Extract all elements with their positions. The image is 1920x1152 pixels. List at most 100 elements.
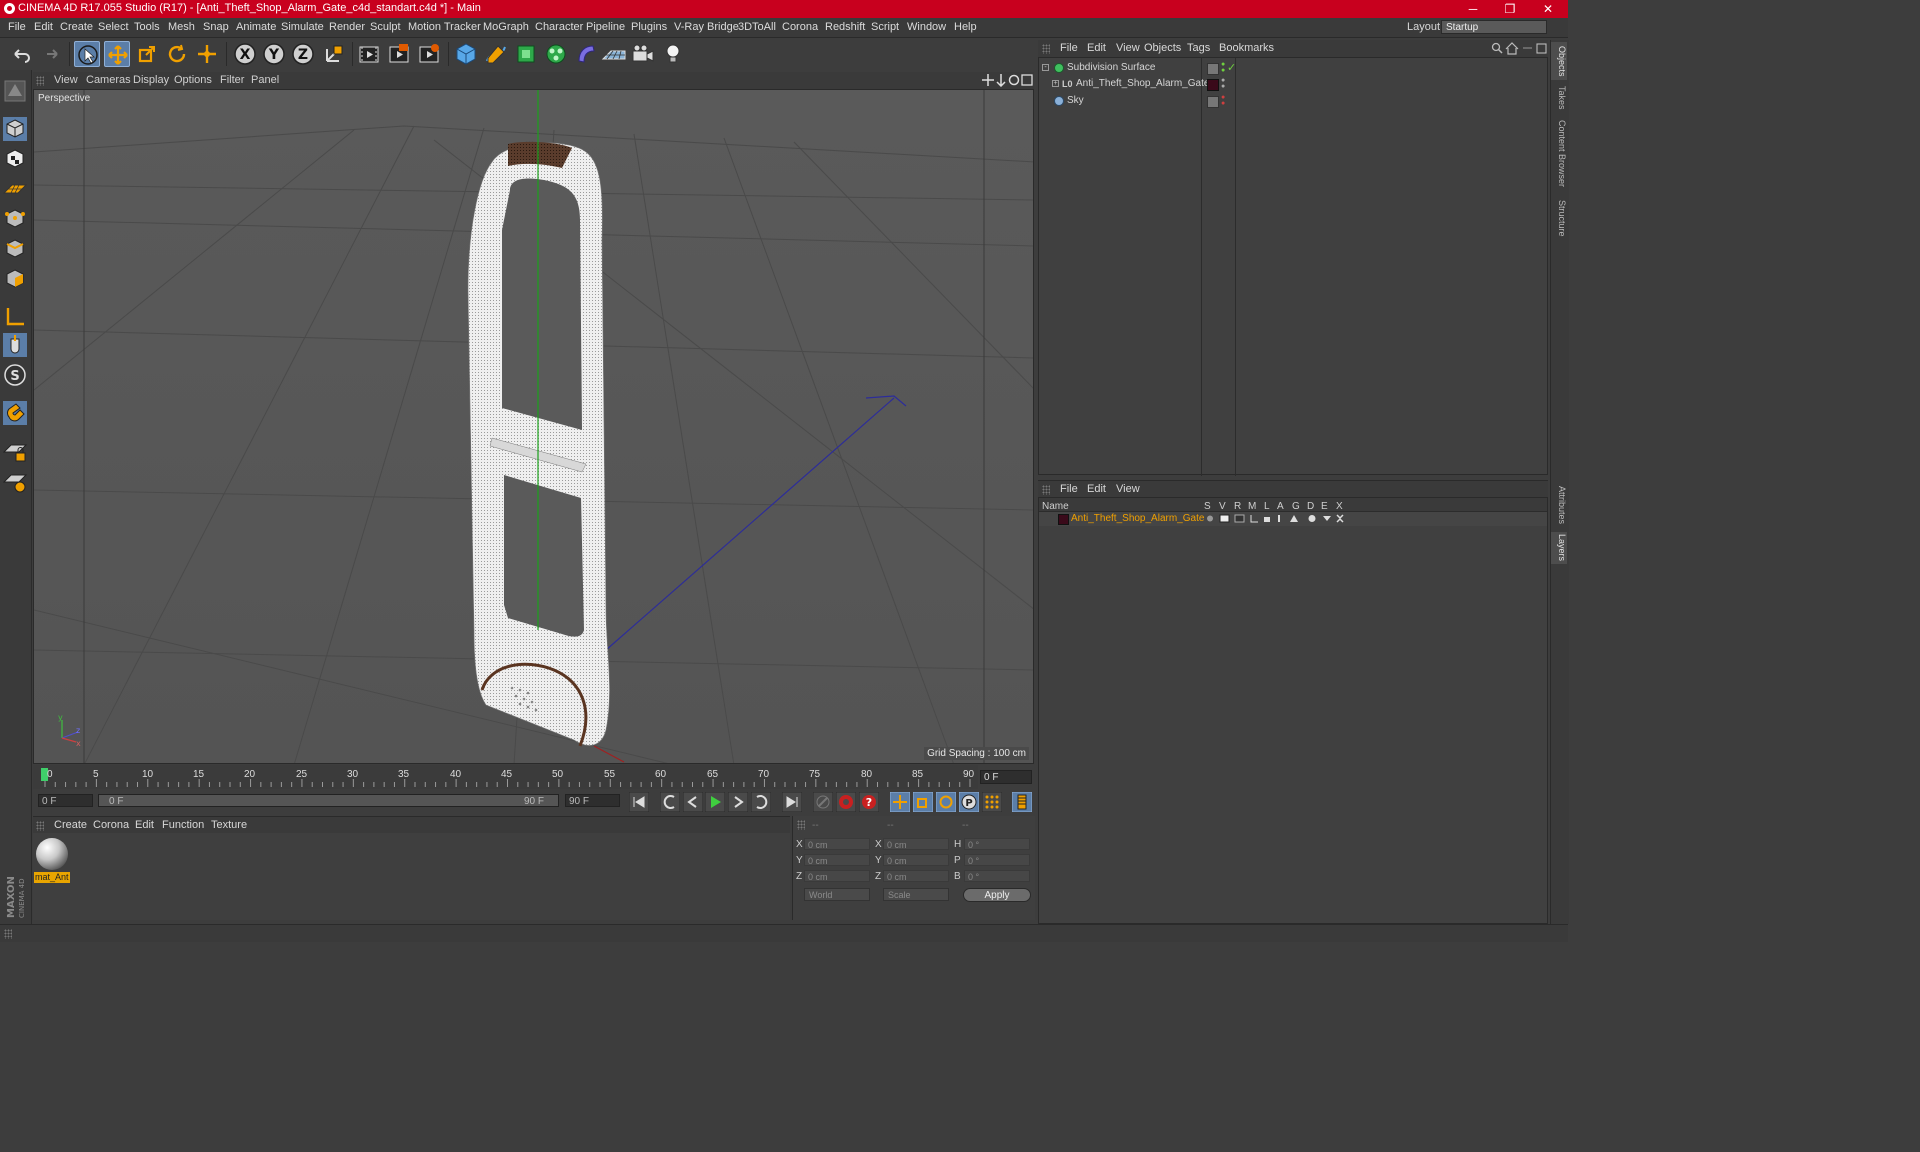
menu-mesh[interactable]: Mesh	[168, 21, 195, 33]
workplane-mode-icon[interactable]	[2, 176, 28, 202]
menu-animate[interactable]: Animate	[236, 21, 276, 33]
tweak-mode-icon[interactable]	[2, 332, 28, 358]
layer-column-render[interactable]: R	[1234, 501, 1241, 512]
play-forward-icon[interactable]	[705, 792, 725, 812]
anti-theft-alarm-gate-model[interactable]	[467, 141, 610, 747]
object-manager-nav-icons[interactable]	[1491, 42, 1547, 55]
menu-corona[interactable]: Corona	[782, 21, 818, 33]
edges-mode-icon[interactable]	[2, 236, 28, 262]
locked-workplane-icon[interactable]	[2, 438, 28, 464]
undo-icon[interactable]	[8, 41, 34, 67]
layer-column-solo[interactable]: S	[1204, 501, 1211, 512]
scale-tool-icon[interactable]	[134, 41, 160, 67]
layer-column-name[interactable]: Name	[1042, 501, 1069, 512]
record-keys-icon[interactable]	[813, 792, 833, 812]
visibility-dots[interactable]: ● ●	[1221, 77, 1225, 90]
object-menu-edit[interactable]: Edit	[1087, 42, 1106, 54]
side-tab-attributes[interactable]: Attributes	[1551, 482, 1567, 528]
layer-column-view[interactable]: V	[1219, 501, 1226, 512]
start-frame-field[interactable]: 0 F	[38, 794, 93, 807]
autokeying-icon[interactable]	[836, 792, 856, 812]
visibility-dots[interactable]: ● ●	[1221, 61, 1225, 74]
snap-icon[interactable]: S	[2, 362, 28, 388]
points-mode-icon[interactable]	[2, 206, 28, 232]
object-name[interactable]: Subdivision Surface	[1067, 62, 1155, 73]
light-icon[interactable]	[660, 41, 686, 67]
layer-name[interactable]: Anti_Theft_Shop_Alarm_Gate	[1071, 513, 1204, 524]
size-x-field[interactable]: 0 cm	[883, 838, 949, 850]
object-row-sky[interactable]: Sky ● ●	[1040, 94, 1548, 109]
menu-mograph[interactable]: MoGraph	[483, 21, 529, 33]
viewport-menu-cameras[interactable]: Cameras	[86, 74, 131, 86]
key-rotation-icon[interactable]	[936, 792, 956, 812]
menu-select[interactable]: Select	[98, 21, 129, 33]
side-tab-content-browser[interactable]: Content Browser	[1551, 116, 1567, 192]
perspective-viewport[interactable]: y z x Perspective Grid Spacing : 100 cm	[33, 89, 1034, 764]
camera-icon[interactable]	[630, 41, 656, 67]
size-y-field[interactable]: 0 cm	[883, 854, 949, 866]
menu-tools[interactable]: Tools	[134, 21, 160, 33]
coordinate-system-icon[interactable]	[321, 41, 347, 67]
nurbs-subdivision-icon[interactable]	[513, 41, 539, 67]
object-name[interactable]: Sky	[1067, 95, 1084, 106]
close-button[interactable]: ✕	[1530, 0, 1566, 18]
axis-mode-icon[interactable]	[2, 304, 28, 330]
menu-snap[interactable]: Snap	[203, 21, 229, 33]
coordinate-mode-select[interactable]: Scale	[883, 888, 949, 901]
object-menu-file[interactable]: File	[1060, 42, 1078, 54]
model-mode-icon[interactable]	[2, 116, 28, 142]
menu-plugins[interactable]: Plugins	[631, 21, 667, 33]
key-parameter-icon[interactable]: P	[959, 792, 979, 812]
material-thumbnail[interactable]	[35, 836, 69, 872]
go-to-start-icon[interactable]	[629, 792, 649, 812]
side-tab-takes[interactable]: Takes	[1551, 84, 1567, 112]
menu-pipeline[interactable]: Pipeline	[586, 21, 625, 33]
minimize-button[interactable]: ─	[1455, 0, 1491, 18]
material-menu-create[interactable]: Create	[54, 819, 87, 831]
frame-range-slider[interactable]: 0 F 90 F	[98, 794, 559, 807]
viewport-menu-filter[interactable]: Filter	[220, 74, 244, 86]
texture-mode-icon[interactable]	[2, 146, 28, 172]
select-tool-icon[interactable]	[74, 41, 100, 67]
key-scale-icon[interactable]	[913, 792, 933, 812]
z-axis-lock-icon[interactable]: Z	[290, 41, 316, 67]
keyframe-selection-icon[interactable]: ?	[859, 792, 879, 812]
next-keyframe-icon[interactable]	[751, 792, 771, 812]
object-row-subdivision-surface[interactable]: - Subdivision Surface ● ● ✓	[1040, 61, 1548, 76]
previous-keyframe-icon[interactable]	[660, 792, 680, 812]
menu-window[interactable]: Window	[907, 21, 946, 33]
layout-select[interactable]: Startup	[1441, 20, 1547, 34]
current-frame-field[interactable]: 0 F	[980, 770, 1032, 784]
visibility-dots[interactable]: ● ●	[1221, 94, 1225, 107]
layer-column-xref[interactable]: X	[1336, 501, 1343, 512]
layer-column-deformers[interactable]: D	[1307, 501, 1314, 512]
go-to-end-icon[interactable]	[782, 792, 802, 812]
magnet-icon[interactable]	[2, 400, 28, 426]
material-name-label[interactable]: mat_Ant	[34, 872, 70, 883]
object-row-anti-theft-gate[interactable]: + L0 Anti_Theft_Shop_Alarm_Gate ● ●	[1040, 77, 1548, 92]
deformer-bend-icon[interactable]	[573, 41, 599, 67]
layer-tag-icon[interactable]	[1207, 63, 1219, 75]
object-menu-bookmarks[interactable]: Bookmarks	[1219, 42, 1274, 54]
floor-environment-icon[interactable]	[601, 41, 627, 67]
render-view-icon[interactable]	[356, 41, 382, 67]
menu-motion-tracker[interactable]: Motion Tracker	[408, 21, 481, 33]
rotation-h-field[interactable]: 0 °	[964, 838, 1030, 850]
make-editable-icon[interactable]	[2, 78, 28, 104]
object-menu-objects[interactable]: Objects	[1144, 42, 1181, 54]
viewport-menu-panel[interactable]: Panel	[251, 74, 279, 86]
object-menu-tags[interactable]: Tags	[1187, 42, 1210, 54]
position-z-field[interactable]: 0 cm	[804, 870, 870, 882]
menu-file[interactable]: File	[8, 21, 26, 33]
x-axis-lock-icon[interactable]: X	[232, 41, 258, 67]
material-menu-corona[interactable]: Corona	[93, 819, 129, 831]
key-position-icon[interactable]	[890, 792, 910, 812]
layer-column-expressions[interactable]: E	[1321, 501, 1328, 512]
side-tab-layers[interactable]: Layers	[1551, 532, 1567, 564]
apply-button[interactable]: Apply	[963, 888, 1031, 902]
layer-menu-view[interactable]: View	[1116, 483, 1140, 495]
viewport-scene[interactable]: y z x	[34, 90, 1034, 764]
menu-simulate[interactable]: Simulate	[281, 21, 324, 33]
menu-vray-bridge[interactable]: V-Ray Bridge	[674, 21, 739, 33]
layer-menu-edit[interactable]: Edit	[1087, 483, 1106, 495]
